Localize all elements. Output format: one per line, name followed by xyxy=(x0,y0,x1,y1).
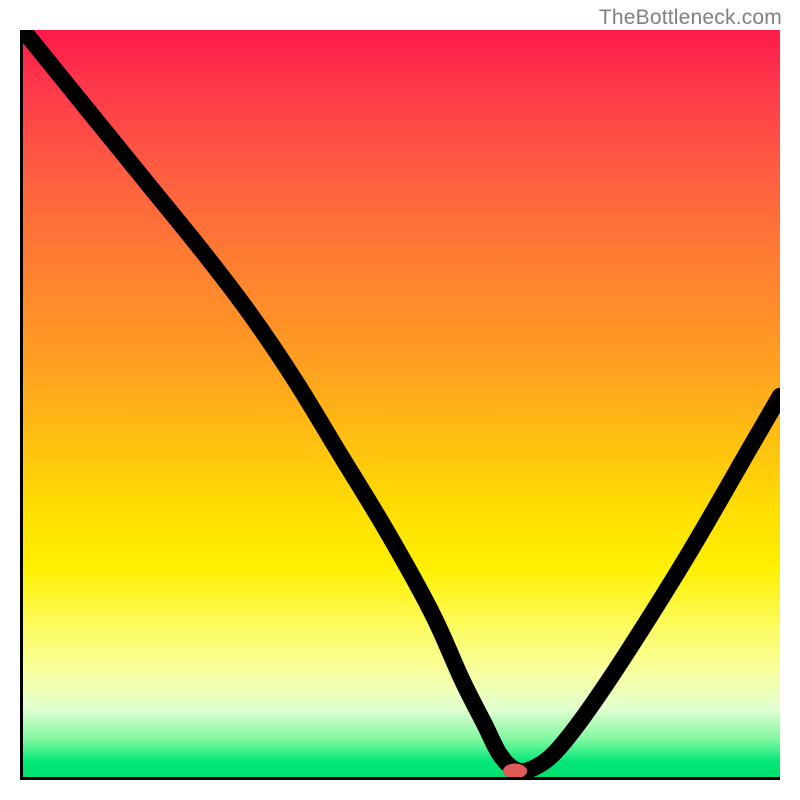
chart-container: TheBottleneck.com xyxy=(0,0,800,800)
bottleneck-curve xyxy=(23,30,780,771)
watermark-text: TheBottleneck.com xyxy=(599,6,782,30)
plot-area xyxy=(20,30,780,780)
chart-svg xyxy=(23,30,780,777)
